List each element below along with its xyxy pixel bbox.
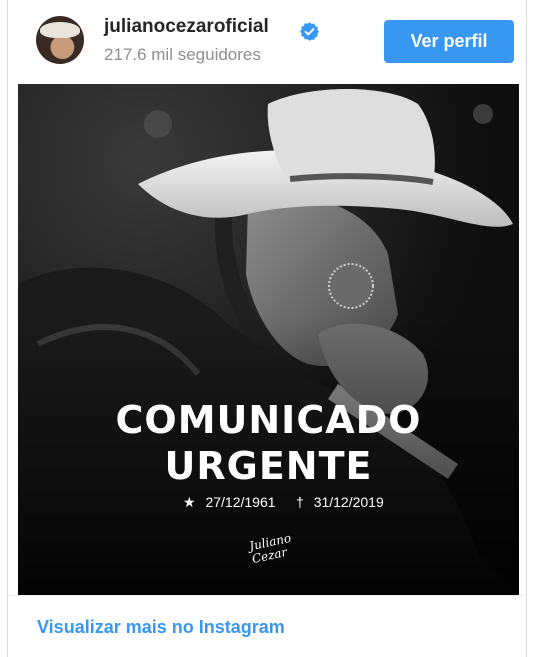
post-image[interactable]: COMUNICADO URGENTE ★ 27/12/1961 † 31/12/… <box>18 84 519 595</box>
embed-header: julianocezaroficial 217.6 mil seguidores… <box>8 0 526 84</box>
verified-badge-icon <box>300 22 319 41</box>
follower-count: 217.6 mil seguidores <box>104 45 261 64</box>
view-profile-button[interactable]: Ver perfil <box>384 20 514 63</box>
profile-username[interactable]: julianocezaroficial <box>104 16 269 38</box>
headline-line-2: URGENTE <box>164 444 373 488</box>
star-icon: ★ <box>183 494 196 510</box>
birth-info: ★ 27/12/1961 <box>183 494 276 511</box>
death-info: † 31/12/2019 <box>296 494 384 510</box>
avatar-hat <box>40 22 80 38</box>
cross-icon: † <box>296 494 304 510</box>
profile-avatar[interactable] <box>36 16 84 64</box>
headline-line-1: COMUNICADO <box>115 398 422 442</box>
instagram-embed-card: julianocezaroficial 217.6 mil seguidores… <box>7 0 527 657</box>
photo-shadow-overlay <box>18 84 519 595</box>
embed-footer: Visualizar mais no Instagram <box>8 595 526 657</box>
death-date: 31/12/2019 <box>313 494 384 510</box>
post-photo <box>18 84 519 595</box>
view-more-on-instagram-link[interactable]: Visualizar mais no Instagram <box>37 617 285 638</box>
birth-date: 27/12/1961 <box>205 494 276 510</box>
